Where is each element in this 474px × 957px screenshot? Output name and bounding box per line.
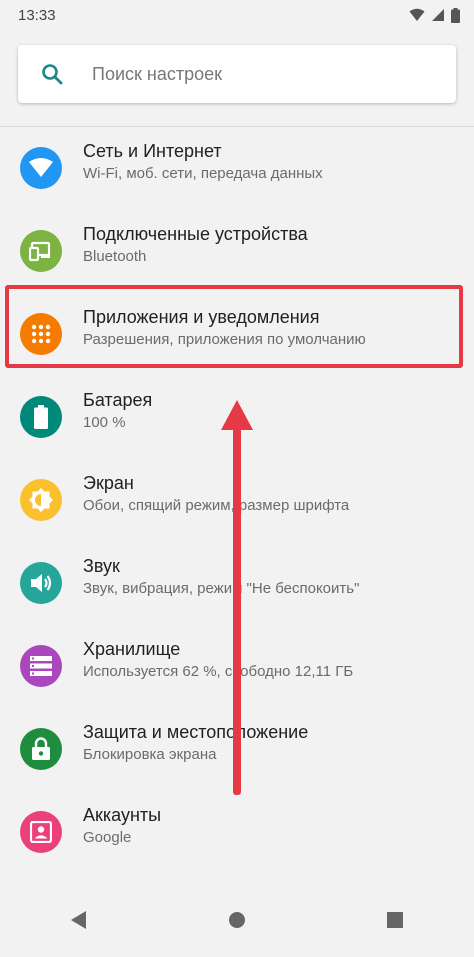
search-input[interactable] — [90, 62, 394, 86]
settings-item-subtitle: Google — [83, 829, 132, 846]
settings-item-subtitle: 100 % — [83, 414, 126, 431]
status-bar: 13:33 — [0, 0, 474, 30]
settings-item-security[interactable]: Защита и местоположение Блокировка экран… — [0, 708, 474, 791]
settings-item-devices[interactable]: Подключенные устройства Bluetooth — [0, 210, 474, 293]
lock-icon — [20, 728, 62, 770]
settings-item-title: Хранилище — [83, 639, 181, 659]
storage-icon — [20, 645, 62, 687]
wifi-icon — [20, 147, 62, 189]
settings-item-title: Приложения и уведомления — [83, 307, 320, 327]
devices-icon — [20, 230, 62, 272]
battery-icon — [20, 396, 62, 438]
account-icon — [20, 811, 62, 853]
navigation-bar — [0, 892, 474, 947]
wifi-icon — [409, 8, 425, 21]
settings-item-title: Батарея — [83, 390, 153, 410]
settings-item-display[interactable]: Экран Обои, спящий режим, размер шрифта — [0, 459, 474, 542]
settings-item-accounts[interactable]: Аккаунты Google — [0, 791, 474, 874]
settings-item-title: Защита и местоположение — [83, 722, 309, 742]
status-time: 13:33 — [18, 6, 56, 24]
back-icon[interactable] — [49, 900, 109, 940]
signal-icon — [432, 9, 444, 21]
status-icons — [409, 7, 460, 23]
settings-item-subtitle: Обои, спящий режим, размер шрифта — [83, 497, 350, 514]
apps-icon — [20, 313, 62, 355]
settings-item-apps[interactable]: Приложения и уведомления Разрешения, при… — [0, 293, 474, 376]
recents-icon[interactable] — [365, 900, 425, 940]
search-icon[interactable] — [38, 60, 66, 88]
settings-item-storage[interactable]: Хранилище Используется 62 %, свободно 12… — [0, 625, 474, 708]
settings-list: Сеть и Интернет Wi-Fi, моб. сети, переда… — [0, 127, 474, 957]
settings-item-subtitle: Wi-Fi, моб. сети, передача данных — [83, 165, 323, 182]
settings-item-battery[interactable]: Батарея 100 % — [0, 376, 474, 459]
settings-item-subtitle: Разрешения, приложения по умолчанию — [83, 331, 366, 348]
settings-item-subtitle: Звук, вибрация, режим "Не беспокоить" — [83, 580, 360, 597]
search-area — [0, 30, 474, 125]
home-icon[interactable] — [207, 900, 267, 940]
settings-item-title: Сеть и Интернет — [83, 141, 222, 161]
settings-item-title: Звук — [83, 556, 120, 576]
settings-item-network[interactable]: Сеть и Интернет Wi-Fi, моб. сети, переда… — [0, 127, 474, 210]
settings-item-subtitle: Используется 62 %, свободно 12,11 ГБ — [83, 663, 354, 680]
settings-item-subtitle: Блокировка экрана — [83, 746, 217, 763]
settings-item-title: Экран — [83, 473, 134, 493]
settings-item-subtitle: Bluetooth — [83, 248, 147, 265]
search-bar[interactable] — [18, 45, 456, 103]
brightness-icon — [20, 479, 62, 521]
volume-icon — [20, 562, 62, 604]
settings-item-title: Аккаунты — [83, 805, 162, 825]
settings-item-sound[interactable]: Звук Звук, вибрация, режим "Не беспокоит… — [0, 542, 474, 625]
settings-item-title: Подключенные устройства — [83, 224, 308, 244]
battery-icon — [451, 7, 460, 23]
